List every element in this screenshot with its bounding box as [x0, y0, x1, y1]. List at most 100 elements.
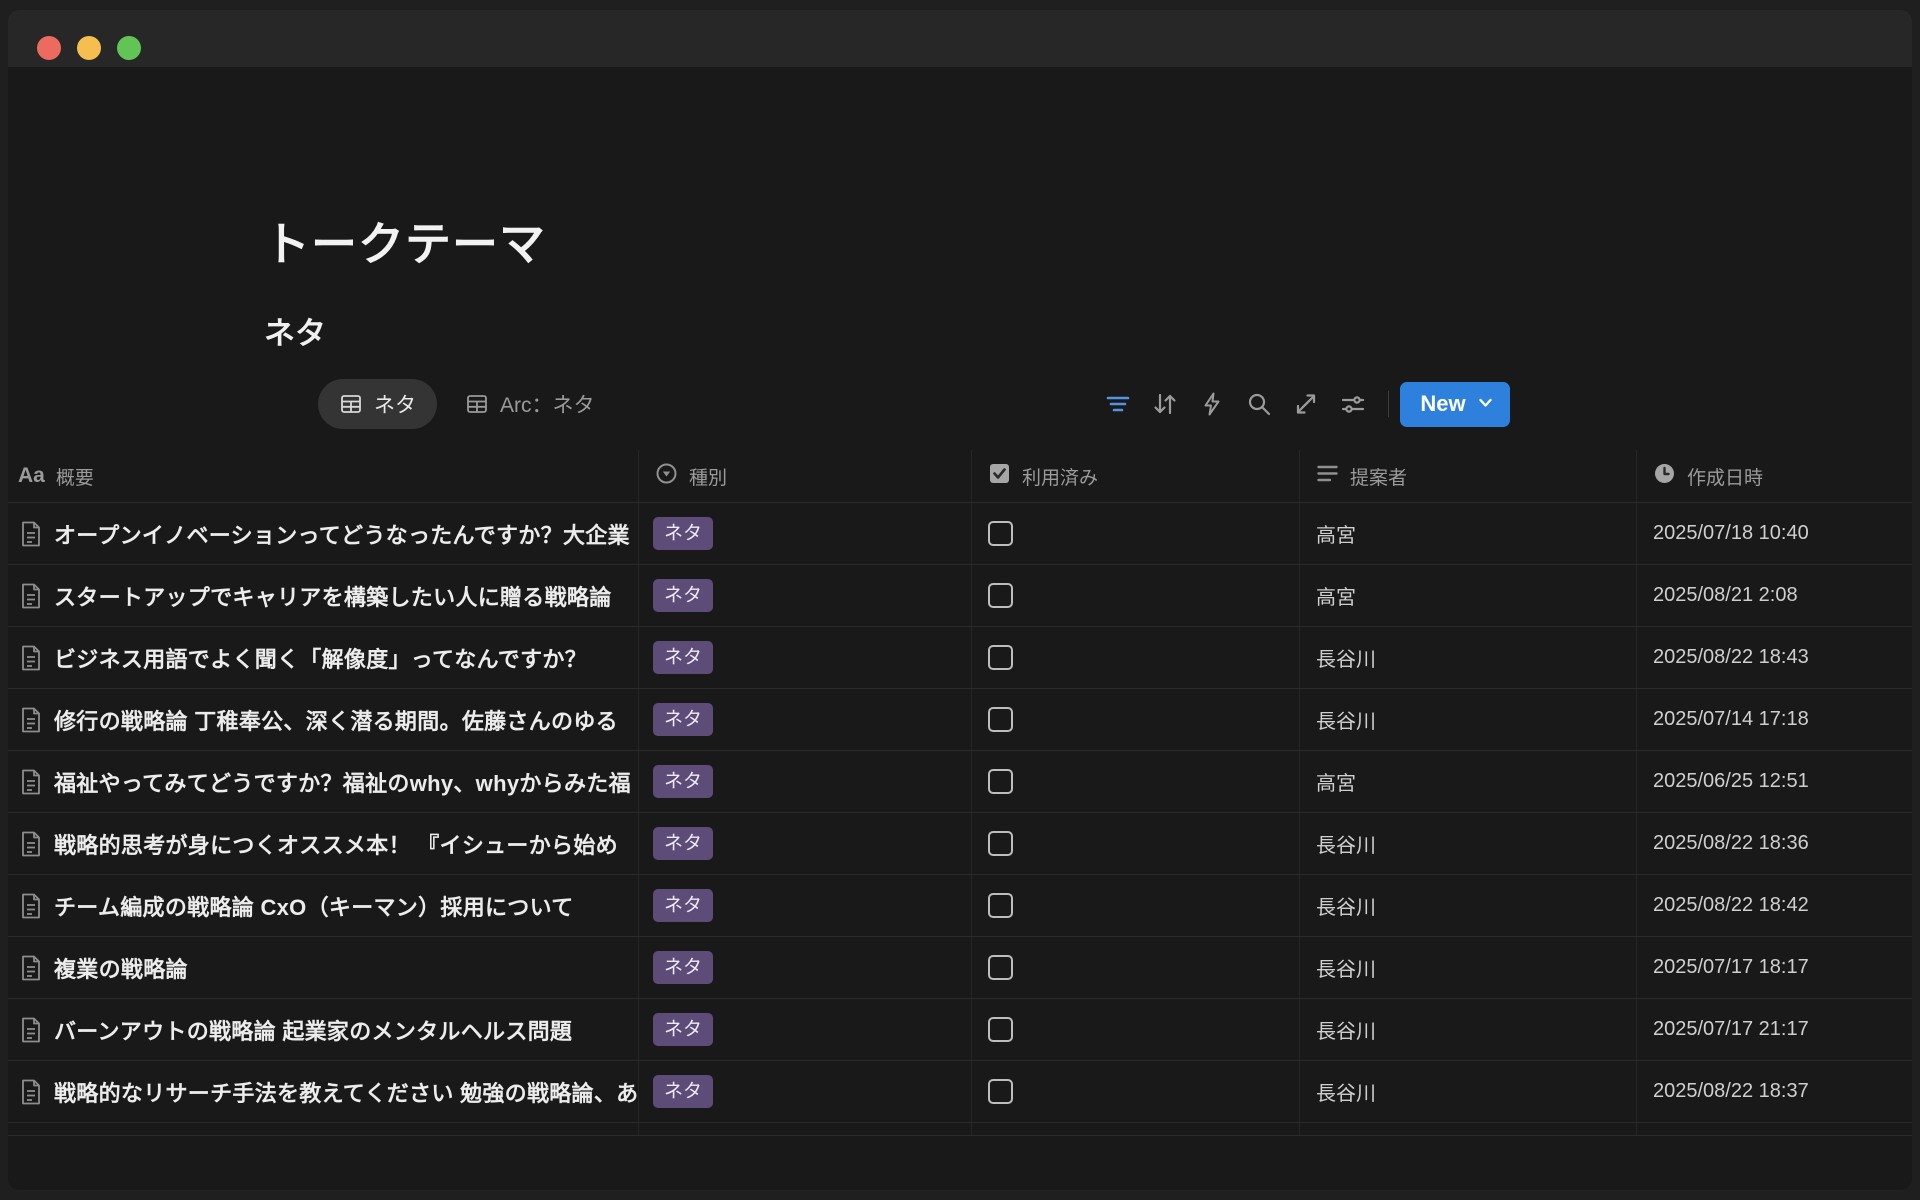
used-checkbox[interactable]	[988, 893, 1013, 918]
tab-neta[interactable]: ネタ	[318, 379, 437, 429]
row-title[interactable]: ビジネス用語でよく聞く「解像度」ってなんですか？	[54, 642, 587, 674]
tab-arc-neta[interactable]: Arc：ネタ	[465, 389, 595, 419]
row-title[interactable]: 複業の戦略論	[54, 952, 188, 984]
title-cell[interactable]: スタートアップでキャリアを構築したい人に贈る戦略論	[8, 565, 639, 626]
sort-icon[interactable]	[1151, 390, 1179, 418]
used-checkbox[interactable]	[988, 645, 1013, 670]
row-title[interactable]: チーム編成の戦略論 CxO（キーマン）採用について	[54, 890, 574, 922]
title-cell[interactable]: 戦略的思考が身につくオススメ本！ 『イシューから始め	[8, 813, 639, 874]
title-cell[interactable]: 修行の戦略論 丁稚奉公、深く潜る期間。佐藤さんのゆる	[8, 689, 639, 750]
created-cell[interactable]: 2025/08/22 18:36	[1637, 813, 1912, 874]
created-cell[interactable]: 2025/07/18 10:40	[1637, 503, 1912, 564]
proposer-cell[interactable]: 長谷川	[1300, 999, 1637, 1060]
title-cell[interactable]: オープンイノベーションってどうなったんですか？大企業	[8, 503, 639, 564]
type-tag[interactable]: ネタ	[653, 951, 713, 984]
type-tag[interactable]: ネタ	[653, 1075, 713, 1108]
proposer-cell[interactable]: 高宮	[1300, 565, 1637, 626]
used-checkbox[interactable]	[988, 707, 1013, 732]
title-cell[interactable]: ビジネス用語でよく聞く「解像度」ってなんですか？	[8, 627, 639, 688]
type-tag[interactable]: ネタ	[653, 1013, 713, 1046]
table-row[interactable]: 福祉やってみてどうですか？福祉のwhy、whyからみた福 ネタ 高宮 2025/…	[8, 751, 1912, 813]
table-row[interactable]: 戦略的思考が身につくオススメ本！ 『イシューから始め ネタ 長谷川 2025/0…	[8, 813, 1912, 875]
row-title[interactable]: バーンアウトの戦略論 起業家のメンタルヘルス問題	[54, 1014, 572, 1046]
type-cell[interactable]: ネタ	[639, 937, 972, 998]
table-row[interactable]: ビジネス用語でよく聞く「解像度」ってなんですか？ ネタ 長谷川 2025/08/…	[8, 627, 1912, 689]
table-row[interactable]: 修行の戦略論 丁稚奉公、深く潜る期間。佐藤さんのゆる ネタ 長谷川 2025/0…	[8, 689, 1912, 751]
proposer-cell[interactable]: 長谷川	[1300, 689, 1637, 750]
created-cell[interactable]: 2025/08/22 18:37	[1637, 1061, 1912, 1122]
new-button[interactable]: New	[1400, 382, 1510, 427]
used-checkbox[interactable]	[988, 831, 1013, 856]
proposer-cell[interactable]: 長谷川	[1300, 875, 1637, 936]
type-cell[interactable]: ネタ	[639, 503, 972, 564]
zoom-button[interactable]	[117, 36, 141, 60]
proposer-cell[interactable]: 高宮	[1300, 503, 1637, 564]
used-cell[interactable]	[972, 1061, 1300, 1122]
used-cell[interactable]	[972, 751, 1300, 812]
close-button[interactable]	[37, 36, 61, 60]
column-header-type[interactable]: 種別	[639, 450, 972, 502]
created-cell[interactable]: 2025/07/17 21:17	[1637, 999, 1912, 1060]
type-tag[interactable]: ネタ	[653, 517, 713, 550]
proposer-cell[interactable]: 高宮	[1300, 751, 1637, 812]
column-header-used[interactable]: 利用済み	[972, 450, 1300, 502]
row-title[interactable]: 戦略的思考が身につくオススメ本！ 『イシューから始め	[54, 828, 618, 860]
type-tag[interactable]: ネタ	[653, 641, 713, 674]
used-cell[interactable]	[972, 813, 1300, 874]
used-cell[interactable]	[972, 875, 1300, 936]
created-cell[interactable]: 2025/06/25 12:51	[1637, 751, 1912, 812]
type-cell[interactable]: ネタ	[639, 689, 972, 750]
table-row[interactable]: スタートアップでキャリアを構築したい人に贈る戦略論 ネタ 高宮 2025/08/…	[8, 565, 1912, 627]
expand-icon[interactable]	[1292, 390, 1320, 418]
created-cell[interactable]: 2025/07/17 18:17	[1637, 937, 1912, 998]
used-checkbox[interactable]	[988, 1017, 1013, 1042]
automation-icon[interactable]	[1198, 390, 1226, 418]
used-checkbox[interactable]	[988, 583, 1013, 608]
used-checkbox[interactable]	[988, 1079, 1013, 1104]
column-header-title[interactable]: Aa 概要	[8, 450, 639, 502]
type-tag[interactable]: ネタ	[653, 703, 713, 736]
table-row[interactable]: 戦略的なリサーチ手法を教えてください 勉強の戦略論、あ ネタ 長谷川 2025/…	[8, 1061, 1912, 1123]
proposer-cell[interactable]: 長谷川	[1300, 1061, 1637, 1122]
view-settings-icon[interactable]	[1339, 390, 1367, 418]
table-row[interactable]: オープンイノベーションってどうなったんですか？大企業 ネタ 高宮 2025/07…	[8, 503, 1912, 565]
used-cell[interactable]	[972, 689, 1300, 750]
used-cell[interactable]	[972, 503, 1300, 564]
used-cell[interactable]	[972, 565, 1300, 626]
proposer-cell[interactable]: 長谷川	[1300, 627, 1637, 688]
used-cell[interactable]	[972, 999, 1300, 1060]
type-cell[interactable]: ネタ	[639, 1061, 972, 1122]
title-cell[interactable]: 戦略的なリサーチ手法を教えてください 勉強の戦略論、あ	[8, 1061, 639, 1122]
table-row[interactable]: バーンアウトの戦略論 起業家のメンタルヘルス問題 ネタ 長谷川 2025/07/…	[8, 999, 1912, 1061]
row-title[interactable]: オープンイノベーションってどうなったんですか？大企業	[54, 518, 630, 550]
table-row[interactable]: 複業の戦略論 ネタ 長谷川 2025/07/17 18:17	[8, 937, 1912, 999]
type-cell[interactable]: ネタ	[639, 565, 972, 626]
type-tag[interactable]: ネタ	[653, 765, 713, 798]
row-title[interactable]: 修行の戦略論 丁稚奉公、深く潜る期間。佐藤さんのゆる	[54, 704, 618, 736]
type-cell[interactable]: ネタ	[639, 813, 972, 874]
created-cell[interactable]: 2025/08/21 2:08	[1637, 565, 1912, 626]
column-header-proposer[interactable]: 提案者	[1300, 450, 1637, 502]
filter-icon[interactable]	[1104, 390, 1132, 418]
used-checkbox[interactable]	[988, 955, 1013, 980]
type-cell[interactable]: ネタ	[639, 751, 972, 812]
title-cell[interactable]: チーム編成の戦略論 CxO（キーマン）採用について	[8, 875, 639, 936]
row-title[interactable]: 福祉やってみてどうですか？福祉のwhy、whyからみた福	[54, 766, 631, 798]
minimize-button[interactable]	[77, 36, 101, 60]
type-cell[interactable]: ネタ	[639, 875, 972, 936]
used-checkbox[interactable]	[988, 521, 1013, 546]
type-cell[interactable]: ネタ	[639, 999, 972, 1060]
type-tag[interactable]: ネタ	[653, 579, 713, 612]
column-header-created[interactable]: 作成日時	[1637, 450, 1912, 502]
created-cell[interactable]: 2025/08/22 18:43	[1637, 627, 1912, 688]
type-tag[interactable]: ネタ	[653, 827, 713, 860]
search-icon[interactable]	[1245, 390, 1273, 418]
created-cell[interactable]: 2025/08/22 18:42	[1637, 875, 1912, 936]
row-title[interactable]: スタートアップでキャリアを構築したい人に贈る戦略論	[54, 580, 612, 612]
chevron-down-icon[interactable]	[1477, 394, 1494, 414]
proposer-cell[interactable]: 長谷川	[1300, 813, 1637, 874]
title-cell[interactable]: 複業の戦略論	[8, 937, 639, 998]
type-tag[interactable]: ネタ	[653, 889, 713, 922]
row-title[interactable]: 戦略的なリサーチ手法を教えてください 勉強の戦略論、あ	[54, 1076, 638, 1108]
title-cell[interactable]: 福祉やってみてどうですか？福祉のwhy、whyからみた福	[8, 751, 639, 812]
